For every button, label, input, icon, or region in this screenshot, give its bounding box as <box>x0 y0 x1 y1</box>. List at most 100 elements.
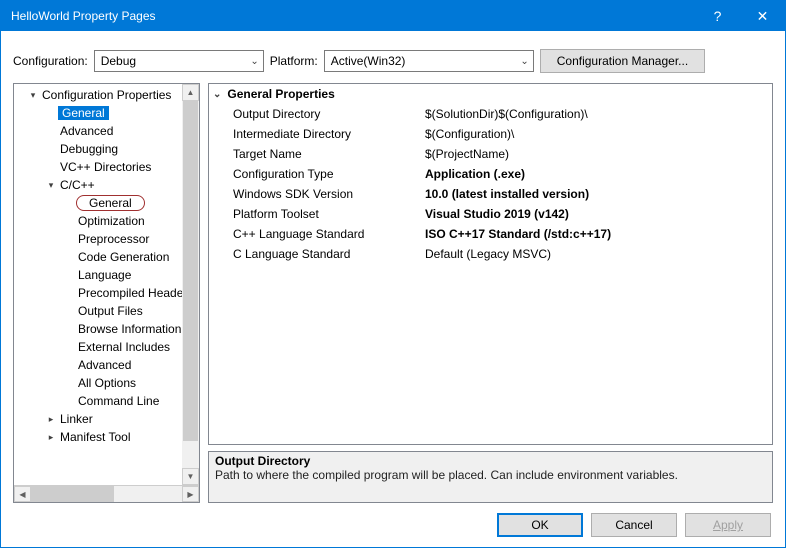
tree-item[interactable]: ▾C/C++ <box>14 176 199 194</box>
tree-item[interactable]: Command Line <box>14 392 199 410</box>
apply-button: Apply <box>685 513 771 537</box>
titlebar: HelloWorld Property Pages ? ✕ <box>1 1 785 31</box>
tree-item[interactable]: ▸Linker <box>14 410 199 428</box>
platform-label: Platform: <box>270 54 318 68</box>
tree-item-label: Linker <box>58 412 95 426</box>
tree-item[interactable]: Debugging <box>14 140 199 158</box>
property-row[interactable]: Target Name$(ProjectName) <box>209 144 772 164</box>
property-value[interactable]: $(SolutionDir)$(Configuration)\ <box>425 107 772 121</box>
configuration-combo[interactable]: Debug ⌄ <box>94 50 264 72</box>
property-value[interactable]: Default (Legacy MSVC) <box>425 247 772 261</box>
tree-item[interactable]: VC++ Directories <box>14 158 199 176</box>
ok-button[interactable]: OK <box>497 513 583 537</box>
chevron-down-icon: ⌄ <box>520 56 528 67</box>
tree-hscrollbar[interactable]: ◀ ▶ <box>14 485 199 502</box>
tree-item-label: Optimization <box>76 214 147 228</box>
tree-item-label: Output Files <box>76 304 145 318</box>
property-name: Target Name <box>209 147 425 161</box>
tree-item[interactable]: General <box>14 194 199 212</box>
close-button[interactable]: ✕ <box>740 1 785 31</box>
tree-item-label: Command Line <box>76 394 161 408</box>
property-row[interactable]: Configuration TypeApplication (.exe) <box>209 164 772 184</box>
scroll-up-icon[interactable]: ▲ <box>182 84 199 101</box>
property-grid: ⌄ General Properties Output Directory$(S… <box>208 83 773 445</box>
tree-item[interactable]: Precompiled Headers <box>14 284 199 302</box>
chevron-right-icon: ▸ <box>44 414 58 425</box>
chevron-down-icon: ⌄ <box>250 56 258 67</box>
property-row[interactable]: C Language StandardDefault (Legacy MSVC) <box>209 244 772 264</box>
description-panel: Output Directory Path to where the compi… <box>208 451 773 503</box>
configuration-label: Configuration: <box>13 54 88 68</box>
property-name: Windows SDK Version <box>209 187 425 201</box>
tree-item-label: All Options <box>76 376 138 390</box>
tree-item-label: Browse Information <box>76 322 183 336</box>
tree-item-label: Manifest Tool <box>58 430 132 444</box>
cancel-button[interactable]: Cancel <box>591 513 677 537</box>
property-row[interactable]: C++ Language StandardISO C++17 Standard … <box>209 224 772 244</box>
tree-item-label: Language <box>76 268 133 282</box>
tree-item-label: VC++ Directories <box>58 160 153 174</box>
tree-item-label: General <box>58 106 109 120</box>
tree-item[interactable]: Advanced <box>14 356 199 374</box>
tree-item[interactable]: General <box>14 104 199 122</box>
scroll-hthumb[interactable] <box>31 486 114 502</box>
tree-item-label: Advanced <box>58 124 115 138</box>
property-row[interactable]: Output Directory$(SolutionDir)$(Configur… <box>209 104 772 124</box>
tree-item[interactable]: All Options <box>14 374 199 392</box>
property-group-title: General Properties <box>227 87 334 101</box>
scroll-down-icon[interactable]: ▼ <box>182 468 199 485</box>
platform-value: Active(Win32) <box>331 54 406 68</box>
tree-item-label: External Includes <box>76 340 172 354</box>
tree-item-label: Code Generation <box>76 250 171 264</box>
tree-vscrollbar[interactable]: ▲ ▼ <box>182 84 199 485</box>
tree-item-label: General <box>76 195 145 211</box>
tree-item-label: Precompiled Headers <box>76 286 195 300</box>
scroll-thumb[interactable] <box>183 101 198 441</box>
tree-item[interactable]: Preprocessor <box>14 230 199 248</box>
property-name: Platform Toolset <box>209 207 425 221</box>
property-row[interactable]: Platform ToolsetVisual Studio 2019 (v142… <box>209 204 772 224</box>
tree-item[interactable]: ▾Configuration Properties <box>14 86 199 104</box>
property-row[interactable]: Intermediate Directory$(Configuration)\ <box>209 124 772 144</box>
property-value[interactable]: Visual Studio 2019 (v142) <box>425 207 772 221</box>
property-value[interactable]: Application (.exe) <box>425 167 772 181</box>
help-button[interactable]: ? <box>695 1 740 31</box>
chevron-down-icon: ⌄ <box>213 89 221 100</box>
config-row: Configuration: Debug ⌄ Platform: Active(… <box>1 31 785 83</box>
chevron-down-icon: ▾ <box>26 90 40 101</box>
chevron-right-icon: ▸ <box>44 432 58 443</box>
scroll-right-icon[interactable]: ▶ <box>182 486 199 502</box>
property-value[interactable]: ISO C++17 Standard (/std:c++17) <box>425 227 772 241</box>
tree-item[interactable]: Code Generation <box>14 248 199 266</box>
property-name: Intermediate Directory <box>209 127 425 141</box>
property-name: C++ Language Standard <box>209 227 425 241</box>
tree-item-label: Advanced <box>76 358 133 372</box>
tree-item[interactable]: ▸Manifest Tool <box>14 428 199 446</box>
tree-item[interactable]: Language <box>14 266 199 284</box>
window-title: HelloWorld Property Pages <box>11 9 695 23</box>
tree-item[interactable]: Optimization <box>14 212 199 230</box>
property-row[interactable]: Windows SDK Version10.0 (latest installe… <box>209 184 772 204</box>
platform-combo[interactable]: Active(Win32) ⌄ <box>324 50 534 72</box>
tree-item[interactable]: Browse Information <box>14 320 199 338</box>
description-title: Output Directory <box>215 454 766 468</box>
property-value[interactable]: 10.0 (latest installed version) <box>425 187 772 201</box>
tree-item-label: Configuration Properties <box>40 88 173 102</box>
description-text: Path to where the compiled program will … <box>215 468 766 482</box>
tree-item-label: Preprocessor <box>76 232 151 246</box>
property-name: C Language Standard <box>209 247 425 261</box>
tree-item[interactable]: External Includes <box>14 338 199 356</box>
tree-item[interactable]: Output Files <box>14 302 199 320</box>
tree-item-label: Debugging <box>58 142 120 156</box>
scroll-left-icon[interactable]: ◀ <box>14 486 31 502</box>
nav-tree: ▾Configuration PropertiesGeneralAdvanced… <box>13 83 200 503</box>
property-value[interactable]: $(Configuration)\ <box>425 127 772 141</box>
property-value[interactable]: $(ProjectName) <box>425 147 772 161</box>
property-name: Output Directory <box>209 107 425 121</box>
configuration-manager-button[interactable]: Configuration Manager... <box>540 49 705 73</box>
property-group-header[interactable]: ⌄ General Properties <box>209 84 772 104</box>
property-name: Configuration Type <box>209 167 425 181</box>
configuration-value: Debug <box>101 54 136 68</box>
tree-item[interactable]: Advanced <box>14 122 199 140</box>
chevron-down-icon: ▾ <box>44 180 58 191</box>
